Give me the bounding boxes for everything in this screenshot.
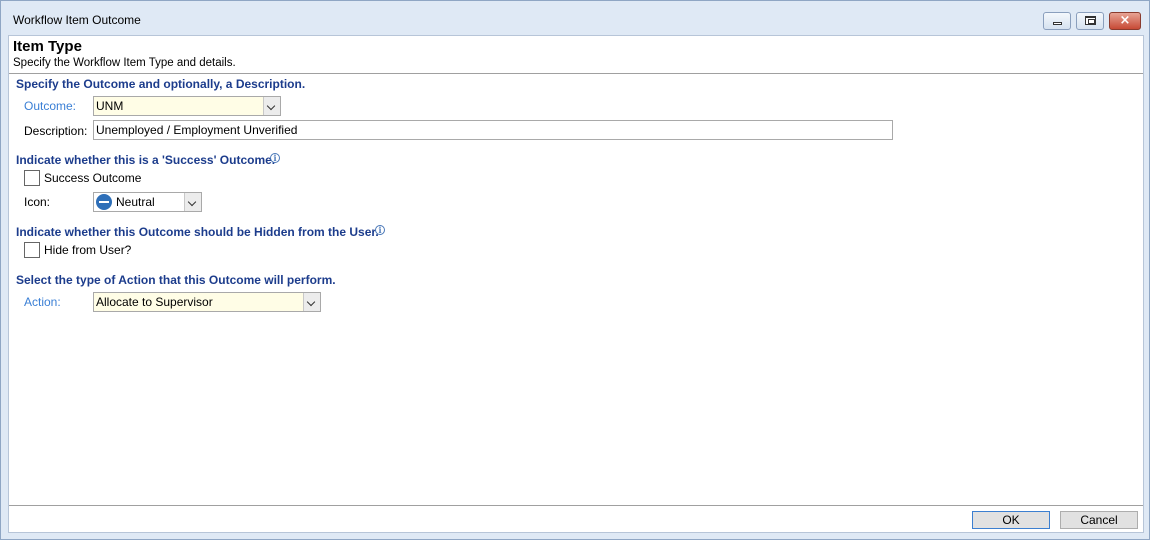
description-input[interactable]: Unemployed / Employment Unverified [93, 120, 893, 140]
restore-icon [1085, 16, 1096, 25]
hide-from-user-checkbox[interactable] [24, 242, 40, 258]
minimize-icon [1053, 22, 1062, 25]
icon-label: Icon: [24, 195, 51, 209]
outcome-combo[interactable]: UNM [93, 96, 281, 116]
maximize-button[interactable] [1076, 12, 1104, 30]
cancel-button[interactable]: Cancel [1060, 511, 1138, 529]
hidden-section-heading: Indicate whether this Outcome should be … [16, 225, 379, 239]
minimize-button[interactable] [1043, 12, 1071, 30]
window-title: Workflow Item Outcome [13, 13, 141, 27]
outcome-section-heading: Specify the Outcome and optionally, a De… [16, 77, 306, 91]
action-section-heading: Select the type of Action that this Outc… [16, 273, 336, 287]
footer-bar: OK Cancel [9, 506, 1143, 532]
description-label: Description: [24, 124, 88, 138]
success-outcome-checkbox[interactable] [24, 170, 40, 186]
chevron-down-icon [266, 101, 276, 111]
dialog-content: Item Type Specify the Workflow Item Type… [8, 35, 1144, 533]
close-button[interactable]: × [1109, 12, 1141, 30]
description-value: Unemployed / Employment Unverified [96, 123, 298, 137]
icon-dropdown-button[interactable] [184, 193, 201, 211]
action-dropdown-button[interactable] [303, 293, 320, 311]
hide-from-user-label[interactable]: Hide from User? [44, 243, 131, 257]
title-bar[interactable]: Workflow Item Outcome × [1, 1, 1149, 35]
close-icon: × [1119, 13, 1131, 28]
page-title: Item Type [13, 38, 82, 55]
header-divider [9, 73, 1143, 74]
success-section-heading: Indicate whether this is a 'Success' Out… [16, 153, 276, 167]
outcome-dropdown-button[interactable] [263, 97, 280, 115]
icon-value: Neutral [116, 195, 155, 209]
success-outcome-label[interactable]: Success Outcome [44, 171, 141, 185]
ok-button[interactable]: OK [972, 511, 1050, 529]
dialog-window: Workflow Item Outcome × Item Type Specif… [0, 0, 1150, 540]
chevron-down-icon [187, 197, 197, 207]
action-label: Action: [24, 295, 61, 309]
info-icon[interactable]: i [270, 153, 280, 163]
action-value: Allocate to Supervisor [96, 295, 213, 309]
action-combo[interactable]: Allocate to Supervisor [93, 292, 321, 312]
icon-combo[interactable]: Neutral [93, 192, 202, 212]
outcome-label: Outcome: [24, 99, 77, 113]
info-icon[interactable]: i [375, 225, 385, 235]
chevron-down-icon [306, 297, 316, 307]
neutral-icon [96, 194, 112, 210]
page-subtitle: Specify the Workflow Item Type and detai… [13, 57, 236, 69]
outcome-value: UNM [96, 99, 124, 113]
